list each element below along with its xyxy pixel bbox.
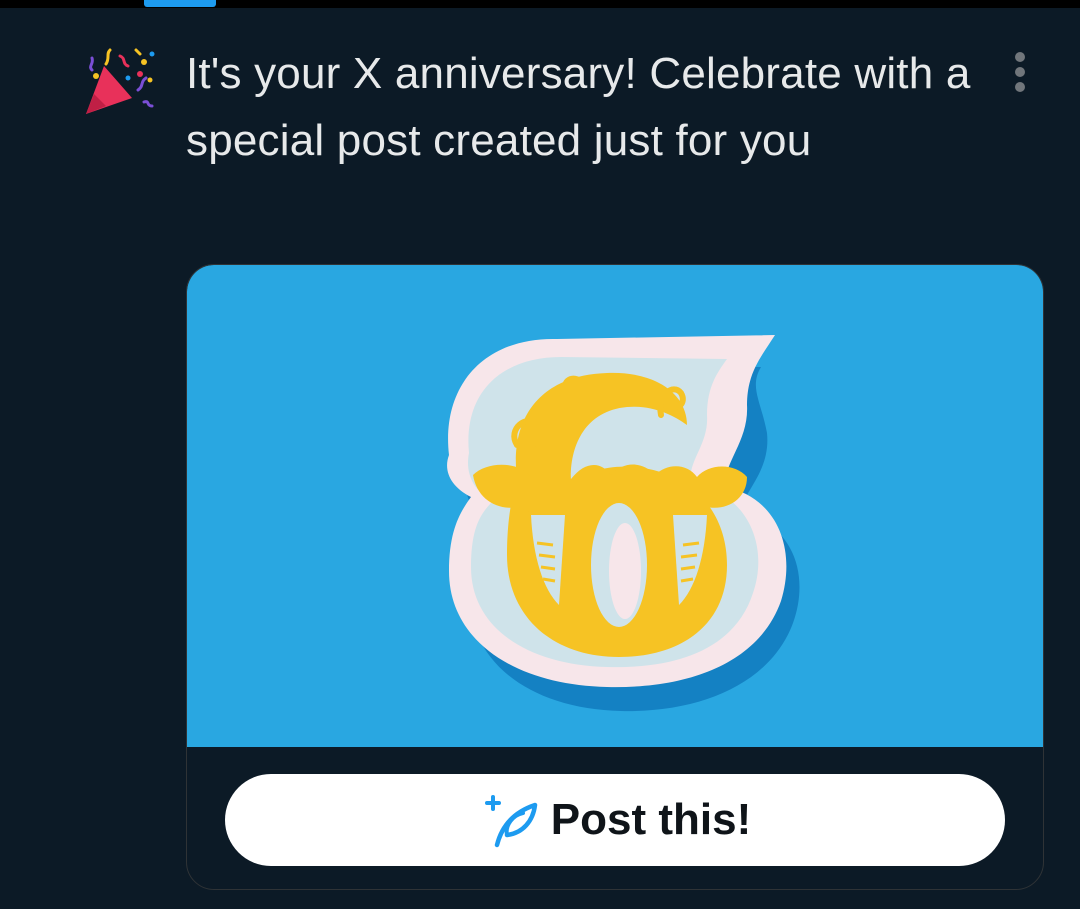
- notification-headline: It's your X anniversary! Celebrate with …: [186, 49, 971, 165]
- notification-screen: It's your X anniversary! Celebrate with …: [0, 0, 1080, 909]
- post-this-button[interactable]: Post this!: [225, 774, 1005, 866]
- six-anniversary-papercraft-image: [187, 265, 1043, 747]
- more-vertical-icon[interactable]: [1000, 48, 1040, 96]
- active-tab-indicator: [144, 0, 216, 7]
- anniversary-card[interactable]: Post this!: [186, 264, 1044, 890]
- post-this-label: Post this!: [550, 795, 752, 844]
- party-popper-icon: [86, 48, 155, 114]
- compose-feather-plus-icon: [484, 795, 538, 848]
